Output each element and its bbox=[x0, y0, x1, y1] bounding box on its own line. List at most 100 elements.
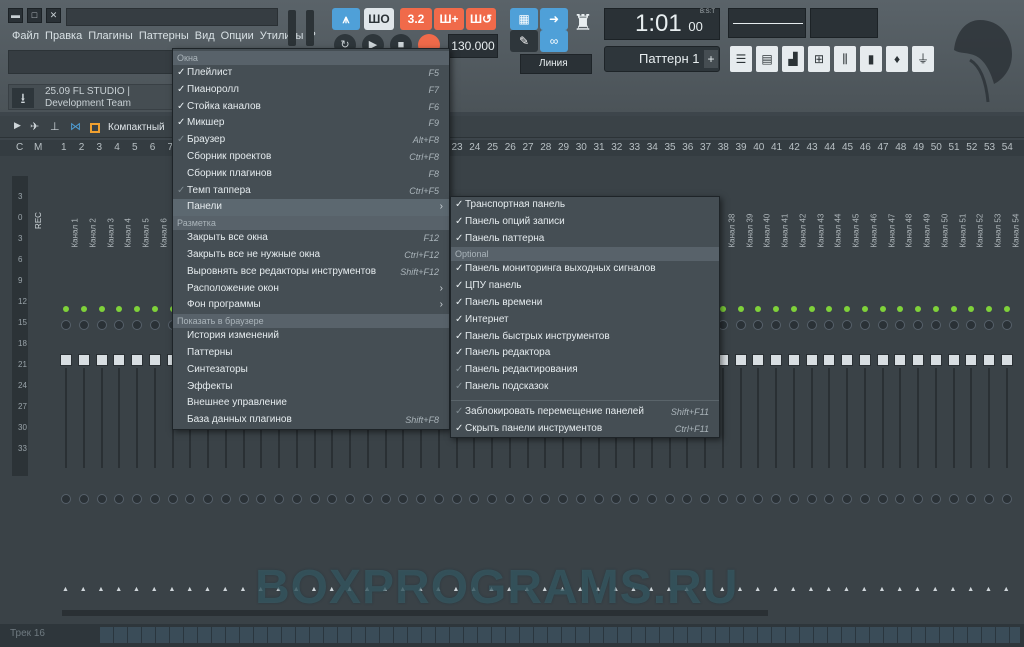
menu-item[interactable]: ✓ Пианоролл F7 bbox=[173, 82, 449, 99]
channel-led[interactable] bbox=[844, 306, 850, 312]
browser-icon[interactable]: ▮ bbox=[860, 46, 882, 72]
channel-led[interactable] bbox=[151, 306, 158, 312]
menu-item[interactable]: Внешнее управление bbox=[173, 395, 449, 412]
channel-route-arrow[interactable]: ▲ bbox=[204, 586, 211, 593]
channel-number[interactable]: 24 bbox=[469, 142, 480, 153]
menu-item[interactable]: Синтезаторы bbox=[173, 362, 449, 379]
countdown-button[interactable]: 3.2 bbox=[400, 8, 432, 30]
channel-send-knob[interactable] bbox=[167, 494, 178, 504]
channel-number[interactable]: 26 bbox=[505, 142, 516, 153]
menu-item[interactable]: ✓ Плейлист F5 bbox=[173, 65, 449, 82]
channel-fader[interactable] bbox=[858, 354, 871, 366]
channel-number[interactable]: 51 bbox=[949, 142, 960, 153]
menu-item[interactable]: ✓ Темп таппера Ctrl+F5 bbox=[173, 183, 449, 200]
channel-send-knob[interactable] bbox=[700, 494, 710, 504]
metronome-button[interactable]: ⩚ bbox=[332, 8, 360, 30]
channel-number[interactable]: 38 bbox=[718, 142, 729, 153]
channel-send-knob[interactable] bbox=[771, 494, 781, 504]
channel-led[interactable] bbox=[116, 306, 123, 312]
channel-send-knob[interactable] bbox=[114, 494, 125, 504]
channel-number[interactable]: 50 bbox=[931, 142, 942, 153]
channel-number[interactable]: 43 bbox=[807, 142, 818, 153]
channel-fader[interactable] bbox=[1000, 354, 1013, 366]
news-panel[interactable]: ⭳ 25.09 FL STUDIO | Development Team bbox=[8, 84, 176, 110]
channel-knob[interactable] bbox=[1001, 320, 1012, 330]
loop-record-button[interactable]: Ш↺ bbox=[466, 8, 496, 30]
channel-led[interactable] bbox=[755, 306, 762, 312]
channel-knob[interactable] bbox=[948, 320, 959, 330]
mixer-channel-strip[interactable]: Канал 39 ▲ bbox=[734, 178, 754, 608]
menu-item[interactable]: Сборник проектов Ctrl+F8 bbox=[173, 149, 449, 166]
mixer-channel-strip[interactable]: Канал 42 ▲ bbox=[787, 178, 807, 608]
mixer-channel-strip[interactable]: Канал 2 ▲ bbox=[77, 178, 97, 608]
mixer-channel-strip[interactable]: Канал 1 ▲ bbox=[60, 178, 80, 608]
mixer-channel-strip[interactable]: Канал 47 ▲ bbox=[876, 178, 896, 608]
channel-send-knob[interactable] bbox=[966, 494, 977, 504]
plugin-icon[interactable]: ♦ bbox=[886, 46, 908, 72]
track-mini-strip[interactable] bbox=[100, 627, 1020, 643]
channel-knob[interactable] bbox=[753, 320, 764, 330]
channel-send-knob[interactable] bbox=[984, 494, 994, 504]
menu-item-3[interactable]: Паттерны bbox=[139, 30, 189, 42]
channel-fader[interactable] bbox=[983, 354, 995, 366]
channel-route-arrow[interactable]: ▲ bbox=[896, 586, 903, 593]
channel-rack-icon[interactable]: ▤ bbox=[756, 46, 778, 72]
channel-number[interactable]: 35 bbox=[665, 142, 676, 153]
menu-item[interactable]: ✓ Стойка каналов F6 bbox=[173, 99, 449, 116]
menu-item[interactable]: ✓ Браузер Alt+F8 bbox=[173, 132, 449, 149]
menu-item[interactable]: ✓ ЦПУ панель bbox=[451, 278, 719, 295]
mixer-channel-strip[interactable]: Канал 50 ▲ bbox=[929, 178, 949, 608]
channel-number[interactable]: 42 bbox=[789, 142, 800, 153]
mixer-channel-strip[interactable]: Канал 53 ▲ bbox=[983, 178, 1003, 608]
channel-knob[interactable] bbox=[842, 320, 852, 330]
compact-view-toggle[interactable]: Компактный bbox=[90, 118, 170, 138]
channel-knob[interactable] bbox=[966, 320, 977, 330]
channel-send-knob[interactable] bbox=[504, 494, 515, 504]
menu-item[interactable]: Паттерны bbox=[173, 345, 449, 362]
channel-send-knob[interactable] bbox=[309, 494, 320, 504]
channel-route-arrow[interactable]: ▲ bbox=[222, 586, 229, 593]
menu-item[interactable]: Сборник плагинов F8 bbox=[173, 166, 449, 183]
channel-send-knob[interactable] bbox=[291, 494, 302, 504]
channel-led[interactable] bbox=[986, 306, 992, 312]
mixer-channel-strip[interactable]: Канал 54 ▲ bbox=[1000, 178, 1020, 608]
channel-fader[interactable] bbox=[60, 354, 72, 366]
channel-fader[interactable] bbox=[947, 354, 960, 366]
channel-fader[interactable] bbox=[894, 354, 907, 366]
channel-route-arrow[interactable]: ▲ bbox=[825, 586, 832, 593]
menu-item-4[interactable]: Вид bbox=[195, 30, 215, 42]
channel-send-knob[interactable] bbox=[824, 494, 835, 504]
channel-route-arrow[interactable]: ▲ bbox=[914, 586, 921, 593]
channel-route-arrow[interactable]: ▲ bbox=[80, 586, 87, 593]
channel-route-arrow[interactable]: ▲ bbox=[169, 586, 176, 593]
menu-item[interactable]: Закрыть все окна F12 bbox=[173, 230, 449, 247]
channel-fader[interactable] bbox=[965, 354, 978, 366]
channel-route-arrow[interactable]: ▲ bbox=[754, 586, 761, 593]
channel-knob[interactable] bbox=[61, 320, 71, 330]
add-pattern-button[interactable]: + bbox=[704, 50, 718, 68]
playlist-icon[interactable]: ☰ bbox=[730, 46, 752, 72]
menu-item-1[interactable]: Правка bbox=[45, 30, 82, 42]
channel-send-knob[interactable] bbox=[842, 494, 852, 504]
mixer-channel-strip[interactable]: Канал 5 ▲ bbox=[131, 178, 151, 608]
channel-knob[interactable] bbox=[788, 320, 799, 330]
channel-knob[interactable] bbox=[735, 320, 746, 330]
channel-number[interactable]: 33 bbox=[629, 142, 640, 153]
step-edit-button[interactable]: Ш+ bbox=[434, 8, 464, 30]
channel-send-knob[interactable] bbox=[611, 494, 622, 504]
channel-number[interactable]: 29 bbox=[558, 142, 569, 153]
channel-send-knob[interactable] bbox=[859, 494, 870, 504]
mixer-channel-strip[interactable]: Канал 6 ▲ bbox=[148, 178, 168, 608]
channel-fader[interactable] bbox=[841, 354, 853, 366]
channel-knob[interactable] bbox=[132, 320, 142, 330]
channel-send-knob[interactable] bbox=[256, 494, 267, 504]
menu-item[interactable]: ✓ Микшер F9 bbox=[173, 115, 449, 132]
menu-item[interactable]: Фон программы › bbox=[173, 297, 449, 314]
channel-send-knob[interactable] bbox=[327, 494, 338, 504]
channel-send-knob[interactable] bbox=[930, 494, 941, 504]
menu-item[interactable]: ✓ Панель подсказок bbox=[451, 379, 719, 396]
channel-send-knob[interactable] bbox=[96, 494, 107, 504]
maximize-icon[interactable]: □ bbox=[27, 8, 42, 23]
channel-led[interactable] bbox=[790, 306, 797, 312]
channel-send-knob[interactable] bbox=[487, 494, 497, 504]
